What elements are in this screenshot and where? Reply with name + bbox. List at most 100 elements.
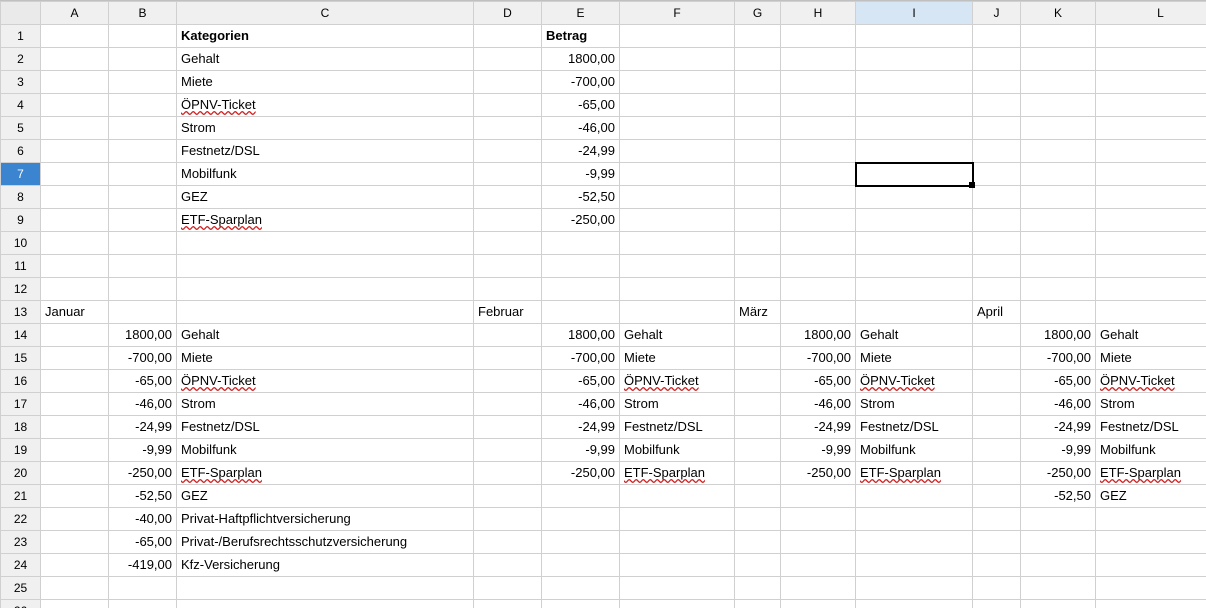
- cell-K22[interactable]: [1021, 508, 1096, 531]
- cell-D24[interactable]: [474, 554, 542, 577]
- cell-H9[interactable]: [781, 209, 856, 232]
- cell-L20[interactable]: ETF-Sparplan: [1096, 462, 1206, 485]
- cell-G15[interactable]: [735, 347, 781, 370]
- cell-F18[interactable]: Festnetz/DSL: [620, 416, 735, 439]
- cell-L7[interactable]: [1096, 163, 1206, 186]
- cell-L1[interactable]: [1096, 25, 1206, 48]
- cell-J19[interactable]: [973, 439, 1021, 462]
- row-header-15[interactable]: 15: [1, 347, 41, 370]
- cell-D19[interactable]: [474, 439, 542, 462]
- cell-F25[interactable]: [620, 577, 735, 600]
- cell-G22[interactable]: [735, 508, 781, 531]
- cell-C16[interactable]: ÖPNV-Ticket: [177, 370, 474, 393]
- cell-F6[interactable]: [620, 140, 735, 163]
- cell-B25[interactable]: [109, 577, 177, 600]
- cell-A13[interactable]: Januar: [41, 301, 109, 324]
- row-header-9[interactable]: 9: [1, 209, 41, 232]
- cell-E8[interactable]: -52,50: [542, 186, 620, 209]
- cell-H20[interactable]: -250,00: [781, 462, 856, 485]
- cell-G4[interactable]: [735, 94, 781, 117]
- cell-D3[interactable]: [474, 71, 542, 94]
- cell-L17[interactable]: Strom: [1096, 393, 1206, 416]
- cell-J20[interactable]: [973, 462, 1021, 485]
- cell-F8[interactable]: [620, 186, 735, 209]
- cell-B17[interactable]: -46,00: [109, 393, 177, 416]
- cell-L4[interactable]: [1096, 94, 1206, 117]
- cell-F11[interactable]: [620, 255, 735, 278]
- cell-C1[interactable]: Kategorien: [177, 25, 474, 48]
- cell-J7[interactable]: [973, 163, 1021, 186]
- row-header-3[interactable]: 3: [1, 71, 41, 94]
- cell-B1[interactable]: [109, 25, 177, 48]
- cell-I7[interactable]: [856, 163, 973, 186]
- cell-C9[interactable]: ETF-Sparplan: [177, 209, 474, 232]
- cell-K21[interactable]: -52,50: [1021, 485, 1096, 508]
- cell-H24[interactable]: [781, 554, 856, 577]
- cell-A11[interactable]: [41, 255, 109, 278]
- cell-B21[interactable]: -52,50: [109, 485, 177, 508]
- cell-G14[interactable]: [735, 324, 781, 347]
- cell-D7[interactable]: [474, 163, 542, 186]
- cell-A24[interactable]: [41, 554, 109, 577]
- cell-I16[interactable]: ÖPNV-Ticket: [856, 370, 973, 393]
- cell-J15[interactable]: [973, 347, 1021, 370]
- cell-K19[interactable]: -9,99: [1021, 439, 1096, 462]
- cell-A6[interactable]: [41, 140, 109, 163]
- cell-B7[interactable]: [109, 163, 177, 186]
- cell-K6[interactable]: [1021, 140, 1096, 163]
- cell-B6[interactable]: [109, 140, 177, 163]
- col-header-D[interactable]: D: [474, 2, 542, 25]
- cell-B13[interactable]: [109, 301, 177, 324]
- cell-A12[interactable]: [41, 278, 109, 301]
- cell-I12[interactable]: [856, 278, 973, 301]
- cell-G12[interactable]: [735, 278, 781, 301]
- cell-D15[interactable]: [474, 347, 542, 370]
- cell-L13[interactable]: [1096, 301, 1206, 324]
- row-header-11[interactable]: 11: [1, 255, 41, 278]
- cell-H15[interactable]: -700,00: [781, 347, 856, 370]
- cell-L18[interactable]: Festnetz/DSL: [1096, 416, 1206, 439]
- cell-L8[interactable]: [1096, 186, 1206, 209]
- cell-I21[interactable]: [856, 485, 973, 508]
- cell-H16[interactable]: -65,00: [781, 370, 856, 393]
- cell-F2[interactable]: [620, 48, 735, 71]
- cell-A18[interactable]: [41, 416, 109, 439]
- cell-L15[interactable]: Miete: [1096, 347, 1206, 370]
- cell-C21[interactable]: GEZ: [177, 485, 474, 508]
- cell-G16[interactable]: [735, 370, 781, 393]
- cell-K5[interactable]: [1021, 117, 1096, 140]
- cell-D14[interactable]: [474, 324, 542, 347]
- cell-E1[interactable]: Betrag: [542, 25, 620, 48]
- row-header-18[interactable]: 18: [1, 416, 41, 439]
- cell-D25[interactable]: [474, 577, 542, 600]
- cell-D6[interactable]: [474, 140, 542, 163]
- cell-F5[interactable]: [620, 117, 735, 140]
- cell-A21[interactable]: [41, 485, 109, 508]
- cell-D23[interactable]: [474, 531, 542, 554]
- cell-L25[interactable]: [1096, 577, 1206, 600]
- cell-J2[interactable]: [973, 48, 1021, 71]
- cell-I18[interactable]: Festnetz/DSL: [856, 416, 973, 439]
- cell-C15[interactable]: Miete: [177, 347, 474, 370]
- cell-E19[interactable]: -9,99: [542, 439, 620, 462]
- cell-B16[interactable]: -65,00: [109, 370, 177, 393]
- cell-L16[interactable]: ÖPNV-Ticket: [1096, 370, 1206, 393]
- cell-A17[interactable]: [41, 393, 109, 416]
- col-header-K[interactable]: K: [1021, 2, 1096, 25]
- cell-C14[interactable]: Gehalt: [177, 324, 474, 347]
- cell-H11[interactable]: [781, 255, 856, 278]
- cell-E3[interactable]: -700,00: [542, 71, 620, 94]
- row-header-10[interactable]: 10: [1, 232, 41, 255]
- cell-D5[interactable]: [474, 117, 542, 140]
- cell-E14[interactable]: 1800,00: [542, 324, 620, 347]
- col-header-I[interactable]: I: [856, 2, 973, 25]
- cell-J17[interactable]: [973, 393, 1021, 416]
- cell-L22[interactable]: [1096, 508, 1206, 531]
- cell-I5[interactable]: [856, 117, 973, 140]
- cell-D20[interactable]: [474, 462, 542, 485]
- row-header-5[interactable]: 5: [1, 117, 41, 140]
- cell-I20[interactable]: ETF-Sparplan: [856, 462, 973, 485]
- cell-F24[interactable]: [620, 554, 735, 577]
- cell-I6[interactable]: [856, 140, 973, 163]
- row-header-12[interactable]: 12: [1, 278, 41, 301]
